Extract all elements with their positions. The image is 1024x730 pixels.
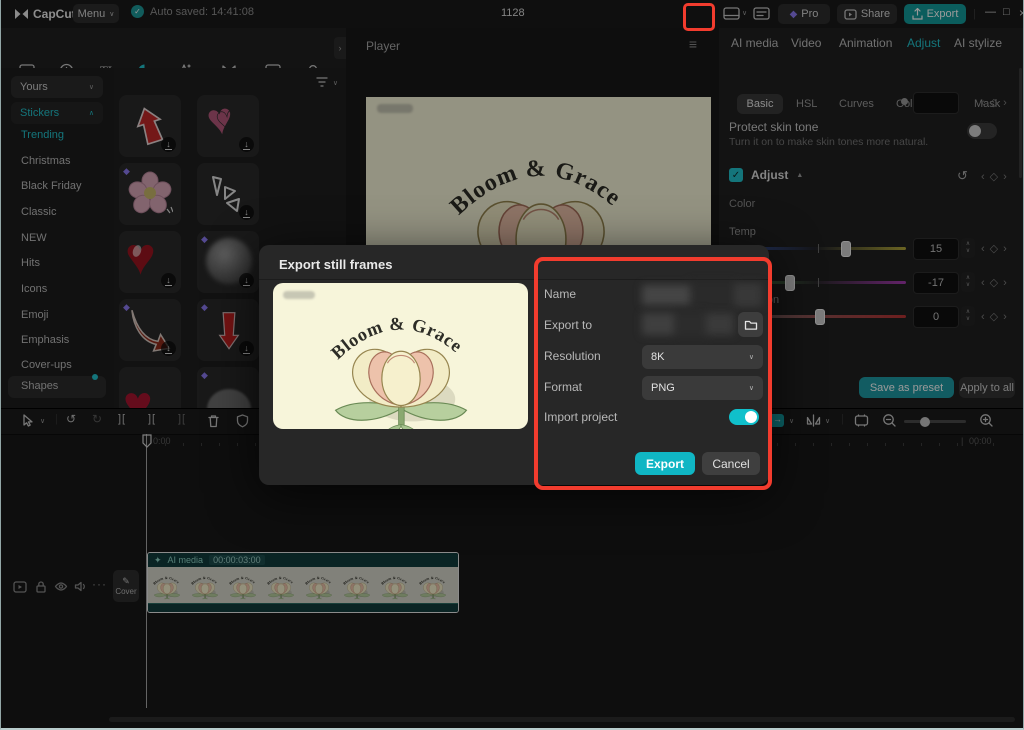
annotation-box-export-settings — [534, 257, 772, 490]
preview-artwork — [305, 289, 497, 429]
annotation-box-titlebar — [683, 3, 715, 31]
capcut-window: Bloom & Grace CapCut Menu∨ ✓ Auto saved:… — [0, 0, 1024, 730]
export-preview — [273, 283, 528, 429]
modal-title: Export still frames — [279, 257, 392, 272]
